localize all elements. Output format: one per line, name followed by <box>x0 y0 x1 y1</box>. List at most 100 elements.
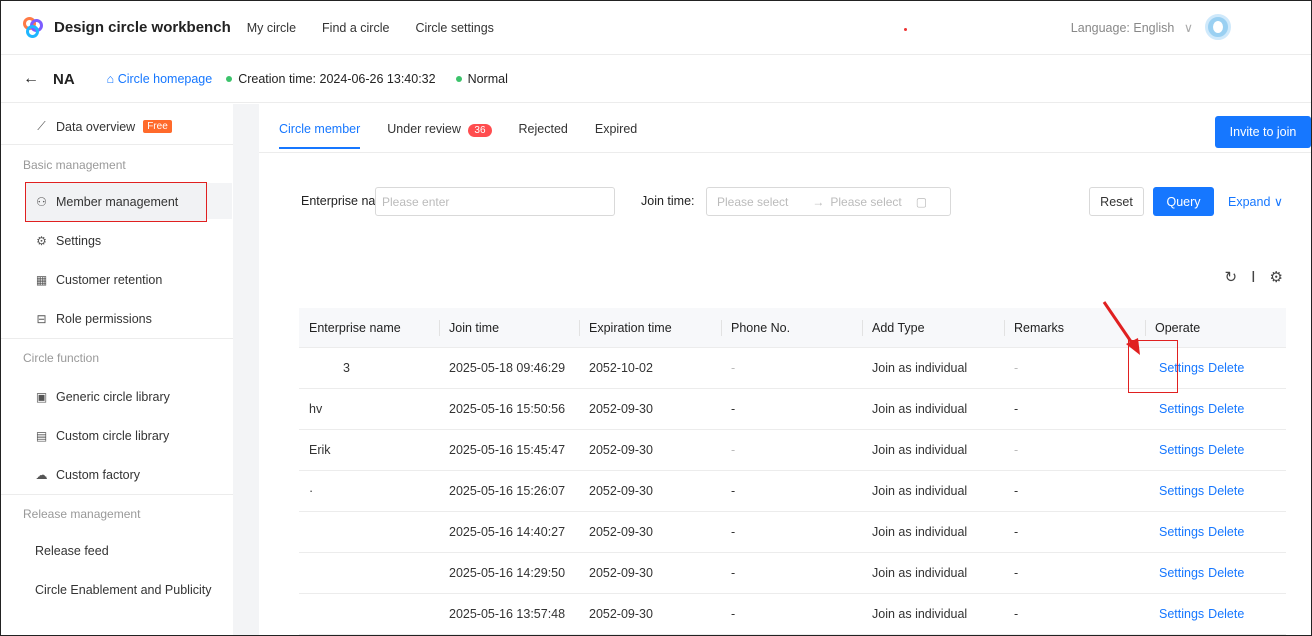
app-logo-icon <box>23 16 45 39</box>
user-avatar[interactable] <box>1205 14 1231 40</box>
review-count-badge: 36 <box>468 124 492 137</box>
table-cell-join: 2025-05-16 14:29:50 <box>449 566 566 580</box>
settings-link[interactable]: Settings <box>1159 607 1204 621</box>
table-toolbar: ↻ Ⅰ ⚙ <box>1225 268 1283 286</box>
column-header: Phone No. <box>721 308 862 347</box>
creation-time: Creation time: 2024-06-26 13:40:32 <box>226 72 436 86</box>
enterprise-name-label: Enterprise na <box>301 194 376 208</box>
table-row: Erik 2025-05-16 15:45:47 2052-09-30 - Join a… <box>299 430 1286 471</box>
back-arrow-icon[interactable]: ← <box>23 70 39 88</box>
delete-link[interactable]: Delete <box>1208 566 1244 580</box>
sidebar-item-label: Circle Enablement and Publicity <box>35 583 212 597</box>
sidebar-item-settings[interactable]: ⚙ Settings <box>35 234 101 248</box>
delete-link[interactable]: Delete <box>1208 525 1244 539</box>
status-dot-icon <box>226 76 233 82</box>
library-icon: ▣ <box>35 390 48 404</box>
sidebar-item-release-feed[interactable]: Release feed <box>35 544 109 558</box>
creation-time-text: Creation time: 2024-06-26 13:40:32 <box>238 72 436 86</box>
delete-link[interactable]: Delete <box>1208 484 1244 498</box>
divider <box>1 144 233 145</box>
table-cell-join: 2025-05-16 14:40:27 <box>449 525 566 539</box>
top-bar: Design circle workbench My circle Find a… <box>1 1 1311 55</box>
column-header: Expiration time <box>579 308 721 347</box>
settings-link[interactable]: Settings <box>1159 525 1204 539</box>
refresh-icon[interactable]: ↻ <box>1225 268 1238 286</box>
table-cell-phone: - <box>731 402 736 416</box>
sidebar-item-custom-library[interactable]: ▤ Custom circle library <box>35 429 169 443</box>
nav-find-circle[interactable]: Find a circle <box>322 21 389 35</box>
sidebar-item-label: Settings <box>56 234 102 248</box>
table-cell-type: Join as individual <box>872 525 968 539</box>
calendar-icon: ▢ <box>915 194 928 209</box>
sidebar-item-custom-factory[interactable]: ☁ Custom factory <box>35 468 141 482</box>
gear-icon[interactable]: ⚙ <box>1270 268 1283 286</box>
tab-label: Rejected <box>518 122 568 136</box>
sidebar-item-label: Generic circle library <box>56 390 170 404</box>
table-cell-operate: Settings Delete <box>1145 389 1286 429</box>
nav-circle-settings[interactable]: Circle settings <box>415 21 494 35</box>
tab-rejected[interactable]: Rejected <box>519 122 568 149</box>
expand-filters-link[interactable]: Expand ∨ <box>1228 194 1283 209</box>
sidebar-item-member-management[interactable]: ⚇ Member management <box>35 195 178 209</box>
settings-link[interactable]: Settings <box>1159 566 1204 580</box>
table-cell-operate: Settings Delete <box>1145 553 1286 593</box>
table-row: 2025-05-16 14:40:27 2052-09-30 - Join as in… <box>299 512 1286 553</box>
table-cell-phone: - <box>731 607 736 621</box>
sidebar-item-label: Custom circle library <box>56 429 170 443</box>
tab-under-review[interactable]: Under review 36 <box>387 122 492 149</box>
delete-link[interactable]: Delete <box>1208 443 1244 457</box>
table-cell-type: Join as individual <box>872 361 968 375</box>
table-cell-expire: 2052-09-30 <box>589 402 653 416</box>
sidebar-item-data-overview[interactable]: ⟋ Data overview Free <box>35 119 172 134</box>
sidebar-item-customer-retention[interactable]: ▦ Customer retention <box>35 273 162 287</box>
table-cell-remarks: - <box>1014 402 1019 416</box>
table-cell-expire: 2052-09-30 <box>589 443 653 457</box>
reset-button[interactable]: Reset <box>1089 187 1144 216</box>
query-button[interactable]: Query <box>1153 187 1214 216</box>
column-header: Add Type <box>862 308 1004 347</box>
annotation-arrow-icon <box>1102 301 1140 355</box>
tab-label: Circle member <box>279 122 361 136</box>
document-icon: ▤ <box>35 429 48 443</box>
table-cell-expire: 2052-09-30 <box>589 525 653 539</box>
line-chart-icon: ⟋ <box>37 119 46 133</box>
table-cell-phone: - <box>731 525 736 539</box>
free-badge: Free <box>143 120 172 133</box>
table-cell-type: Join as individual <box>872 443 968 457</box>
column-header: Join time <box>439 308 579 347</box>
delete-link[interactable]: Delete <box>1208 361 1244 375</box>
sidebar-item-enablement[interactable]: Circle Enablement and Publicity <box>35 583 211 597</box>
language-selector[interactable]: Language: English ∨ <box>1071 20 1193 35</box>
column-height-icon[interactable]: Ⅰ <box>1251 268 1255 286</box>
settings-link[interactable]: Settings <box>1159 484 1204 498</box>
sidebar-item-role-permissions[interactable]: ⊟ Role permissions <box>35 312 151 326</box>
circle-homepage-link[interactable]: ⌂ Circle homepage <box>107 72 213 86</box>
table-cell-expire: 2052-09-30 <box>589 484 653 498</box>
table-cell-phone: - <box>731 484 736 498</box>
settings-link[interactable]: Settings <box>1159 402 1204 416</box>
table-row: 2025-05-16 14:29:50 2052-09-30 - Join as in… <box>299 553 1286 594</box>
table-cell-operate: Settings Delete <box>1145 594 1286 634</box>
gear-icon: ⚙ <box>36 234 47 248</box>
table-cell-type: Join as individual <box>872 484 968 498</box>
delete-link[interactable]: Delete <box>1208 607 1244 621</box>
table-cell-join: 2025-05-16 13:57:48 <box>449 607 566 621</box>
settings-link[interactable]: Settings <box>1159 443 1204 457</box>
column-header: Enterprise name <box>309 320 401 335</box>
tab-expired[interactable]: Expired <box>595 122 637 149</box>
divider <box>1 338 233 339</box>
table-cell-operate: Settings Delete <box>1145 430 1286 470</box>
tab-circle-member[interactable]: Circle member <box>279 122 361 149</box>
invite-to-join-button[interactable]: Invite to join <box>1215 116 1311 148</box>
tab-label: Expired <box>594 122 638 136</box>
table-cell-operate: Settings Delete <box>1145 512 1286 552</box>
enterprise-name-input[interactable]: Please enter <box>375 187 615 216</box>
nav-my-circle[interactable]: My circle <box>247 21 296 35</box>
table-cell-name: hv <box>309 402 323 416</box>
table-cell-remarks: - <box>1014 525 1019 539</box>
delete-link[interactable]: Delete <box>1208 402 1244 416</box>
table-cell-phone: - <box>731 361 736 375</box>
sidebar-item-label: Member management <box>56 195 179 209</box>
sidebar-item-generic-library[interactable]: ▣ Generic circle library <box>35 390 170 404</box>
join-time-range-picker[interactable]: Please select → Please select ▢ <box>706 187 951 216</box>
